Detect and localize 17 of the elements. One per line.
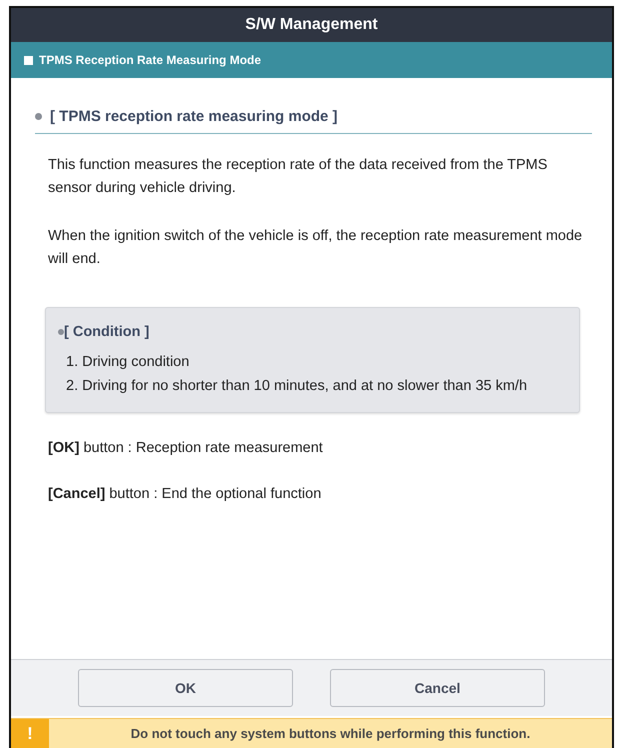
condition-item: 2. Driving for no shorter than 10 minutes, and at no slower than 35 km/h [65,377,528,396]
square-icon [24,56,33,64]
button-note: [Cancel] button : End the optional function [48,486,322,502]
bullet-icon [35,113,42,120]
button-note: [OK] button : Reception rate measurement [48,440,324,456]
dialog-button[interactable]: OK [78,669,293,707]
dialog-button[interactable]: Cancel [330,669,545,707]
warning-icon: ! [11,719,49,748]
section-heading: [ TPMS reception rate measuring mode ] [50,108,338,125]
header-title: TPMS Reception Rate Measuring Mode [39,53,262,67]
window-title: S/W Management [11,8,612,42]
warning-text: Do not touch any system buttons while performing this function. [130,726,532,741]
description-text: This function measures the reception rate of the data received from the TPMS sensor during vehicle driving. [48,156,548,198]
bullet-icon [58,329,64,335]
description-text: When the ignition switch of the vehicle is off, the reception rate measurement mode will end. [48,227,584,269]
condition-item: 1. Driving condition [65,353,190,372]
condition-heading: [ Condition ] [64,324,150,340]
